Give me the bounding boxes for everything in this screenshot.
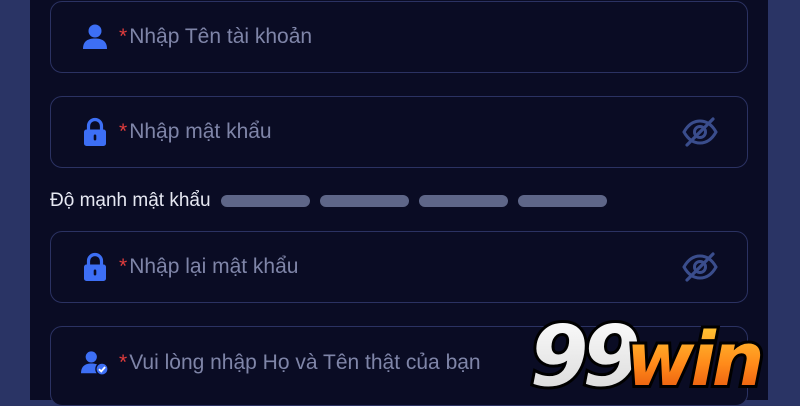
confirm-password-field[interactable]: *Nhập lại mật khẩu — [50, 231, 748, 303]
strength-bar-1 — [220, 195, 310, 207]
lock-icon — [81, 117, 109, 146]
strength-bar-2 — [319, 195, 409, 207]
strength-bar-4 — [517, 195, 607, 207]
password-field[interactable]: *Nhập mật khẩu — [50, 96, 748, 168]
password-strength-meter: Độ mạnh mật khẩu — [50, 188, 617, 214]
full-name-placeholder: *Vui lòng nhập Họ và Tên thật của bạn — [119, 351, 481, 374]
eye-off-icon[interactable] — [681, 115, 719, 149]
logo-number: 99 — [530, 307, 637, 400]
logo-word: win — [626, 317, 761, 400]
password-strength-label: Độ mạnh mật khẩu — [50, 190, 211, 211]
confirm-password-placeholder: *Nhập lại mật khẩu — [119, 255, 299, 278]
strength-bar-3 — [418, 195, 508, 207]
username-field[interactable]: *Nhập Tên tài khoản — [50, 1, 748, 73]
password-placeholder: *Nhập mật khẩu — [119, 120, 272, 143]
99win-logo: 99 win — [522, 304, 800, 406]
user-verified-icon — [81, 349, 109, 377]
user-icon — [81, 23, 109, 51]
lock-icon — [81, 252, 109, 281]
username-placeholder: *Nhập Tên tài khoản — [119, 25, 313, 48]
eye-off-icon[interactable] — [681, 250, 719, 284]
